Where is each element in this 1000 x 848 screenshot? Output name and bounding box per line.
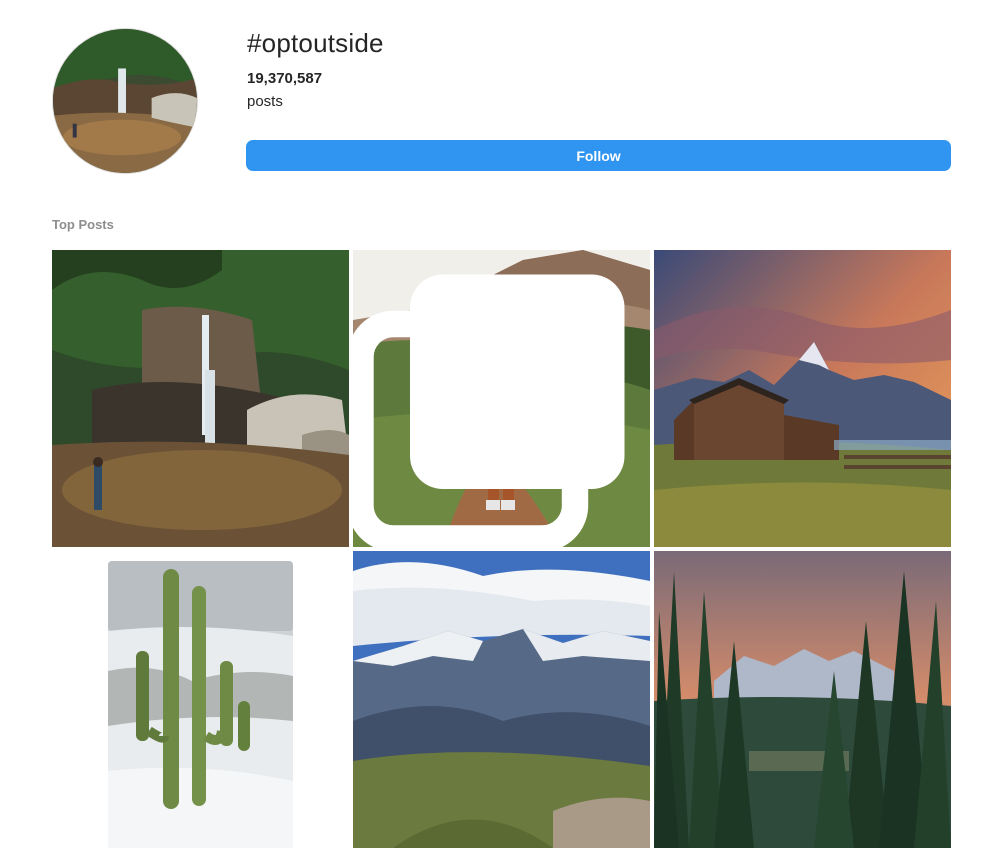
post-tile-cactus[interactable]: [52, 551, 349, 848]
post-count: 19,370,587: [247, 70, 323, 87]
post-tile-backpacker[interactable]: [353, 250, 650, 547]
hashtag-avatar: [52, 28, 198, 174]
post-tile-forest[interactable]: [654, 551, 951, 848]
post-tile-mountains[interactable]: [353, 551, 650, 848]
carousel-icon: [353, 274, 625, 547]
post-image: [52, 250, 349, 547]
post-image: [654, 250, 951, 547]
post-image: [353, 551, 650, 848]
hashtag-title: #optoutside: [247, 28, 384, 58]
top-posts-heading: Top Posts: [52, 217, 114, 232]
hashtag-header: #optoutside 19,370,587 posts Follow: [0, 0, 1000, 200]
follow-button[interactable]: Follow: [246, 140, 951, 171]
post-image: [52, 551, 349, 848]
post-image: [654, 551, 951, 848]
post-tile-barn[interactable]: [654, 250, 951, 547]
post-count-label: posts: [247, 93, 283, 110]
post-tile-waterfall[interactable]: [52, 250, 349, 547]
